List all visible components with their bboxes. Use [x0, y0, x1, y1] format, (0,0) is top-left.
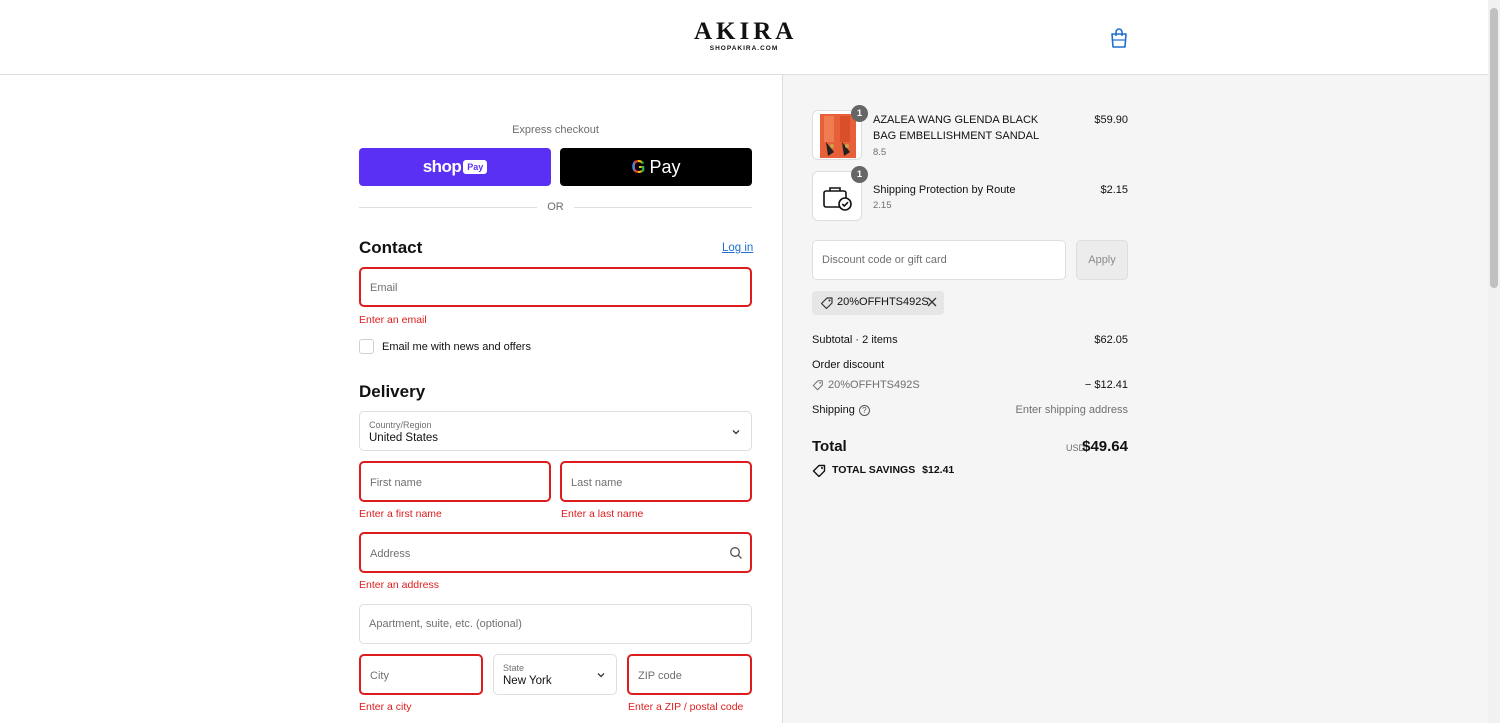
savings-tag-icon — [812, 464, 826, 477]
state-label: State — [503, 663, 525, 673]
scrollbar-thumb[interactable] — [1490, 8, 1498, 288]
page-scrollbar[interactable] — [1488, 0, 1500, 723]
delivery-title: Delivery — [359, 382, 426, 401]
header: AKIRA SHOPAKIRA.COM — [0, 0, 1488, 75]
search-icon — [730, 547, 742, 559]
apartment-placeholder: Apartment, suite, etc. (optional) — [369, 618, 522, 630]
address-placeholder: Address — [370, 548, 411, 560]
first-name-error: Enter a first name — [359, 508, 442, 520]
shop-pay-wordmark: shop — [422, 157, 462, 176]
shipping-value: Enter shipping address — [1015, 404, 1128, 416]
express-checkout-title: Express checkout — [512, 124, 599, 136]
google-pay-label: Pay — [649, 156, 681, 177]
address-error: Enter an address — [359, 579, 439, 591]
login-link[interactable]: Log in — [722, 242, 753, 254]
subtotal-label: Subtotal · 2 items — [812, 334, 898, 346]
help-icon[interactable]: ? — [858, 405, 870, 416]
google-pay-button[interactable]: G Pay — [560, 148, 752, 186]
shopping-bag-icon[interactable] — [1109, 27, 1129, 49]
item-name: Shipping Protection by Route — [873, 184, 1016, 196]
city-placeholder: City — [370, 670, 389, 682]
store-logo[interactable]: AKIRA SHOPAKIRA.COM — [694, 18, 798, 52]
shipping-label: Shipping — [812, 404, 855, 416]
state-select[interactable]: State New York — [493, 654, 617, 695]
first-name-field[interactable]: First name — [359, 461, 551, 502]
last-name-error: Enter a last name — [561, 508, 644, 520]
logo-wordmark: AKIRA — [694, 18, 798, 45]
tag-icon — [812, 380, 823, 391]
country-label: Country/Region — [369, 420, 432, 430]
item-name: AZALEA WANG GLENDA BLACK BAG EMBELLISHME… — [873, 114, 1040, 142]
city-field[interactable]: City — [359, 654, 483, 695]
shop-pay-badge: Pay — [463, 160, 488, 174]
item-price: $2.15 — [1100, 184, 1128, 196]
item-variant: 8.5 — [873, 147, 887, 158]
product-thumbnail: 1 — [812, 166, 868, 221]
item-price: $59.90 — [1094, 114, 1128, 126]
or-label: OR — [547, 201, 564, 213]
country-select[interactable]: Country/Region United States — [359, 411, 752, 451]
email-field[interactable]: Email — [359, 267, 752, 307]
product-thumbnail: 1 — [812, 105, 868, 160]
last-name-field[interactable]: Last name — [560, 461, 752, 502]
address-field[interactable]: Address — [359, 532, 752, 573]
contact-title: Contact — [359, 238, 423, 257]
last-name-placeholder: Last name — [571, 477, 623, 489]
savings-label: TOTAL SAVINGS — [832, 464, 916, 476]
remove-code-icon[interactable] — [926, 296, 938, 308]
email-placeholder: Email — [370, 282, 398, 294]
zip-error: Enter a ZIP / postal code — [628, 701, 744, 713]
city-error: Enter a city — [359, 701, 412, 713]
line-item: 1 Shipping Protection by Route 2.15 $2.1… — [812, 166, 1128, 223]
applied-code-label: 20%OFFHTS492S — [837, 296, 929, 308]
apartment-field[interactable]: Apartment, suite, etc. (optional) — [359, 604, 752, 644]
email-error: Enter an email — [359, 314, 427, 326]
shipping-row: Shipping? — [812, 404, 870, 416]
shipping-protection-icon — [823, 187, 852, 211]
first-name-placeholder: First name — [370, 477, 422, 489]
order-discount-label: Order discount — [812, 359, 885, 371]
total-value: $49.64 — [1082, 438, 1128, 455]
apply-discount-button[interactable]: Apply — [1076, 240, 1128, 280]
quantity-badge: 1 — [851, 105, 868, 122]
chevron-down-icon — [732, 430, 740, 435]
savings-value: $12.41 — [922, 464, 955, 476]
chevron-down-icon — [597, 673, 605, 678]
tag-icon — [820, 297, 833, 310]
subtotal-value: $62.05 — [1094, 334, 1128, 346]
google-g-icon: G — [631, 156, 646, 177]
order-discount-value: − $12.41 — [1084, 379, 1128, 391]
line-item: 1 AZALEA WANG GLENDA BLACK BAG EMBELLISH… — [812, 105, 1128, 162]
state-value: New York — [503, 675, 552, 687]
applied-discount-chip: 20%OFFHTS492S — [812, 291, 944, 315]
discount-placeholder: Discount code or gift card — [822, 254, 947, 266]
country-value: United States — [369, 432, 439, 444]
or-divider: OR — [359, 200, 752, 214]
quantity-badge: 1 — [851, 166, 868, 183]
zip-field[interactable]: ZIP code — [627, 654, 752, 695]
newsletter-checkbox[interactable] — [359, 339, 374, 354]
order-discount-code: 20%OFFHTS492S — [828, 379, 920, 391]
discount-code-input[interactable]: Discount code or gift card — [812, 240, 1066, 280]
shop-pay-button[interactable]: shop Pay — [359, 148, 551, 186]
zip-placeholder: ZIP code — [638, 670, 682, 682]
item-variant: 2.15 — [873, 200, 892, 211]
total-savings: TOTAL SAVINGS $12.41 — [832, 464, 954, 476]
newsletter-label[interactable]: Email me with news and offers — [382, 341, 531, 353]
total-label: Total — [812, 438, 847, 455]
logo-subtitle: SHOPAKIRA.COM — [709, 45, 779, 52]
